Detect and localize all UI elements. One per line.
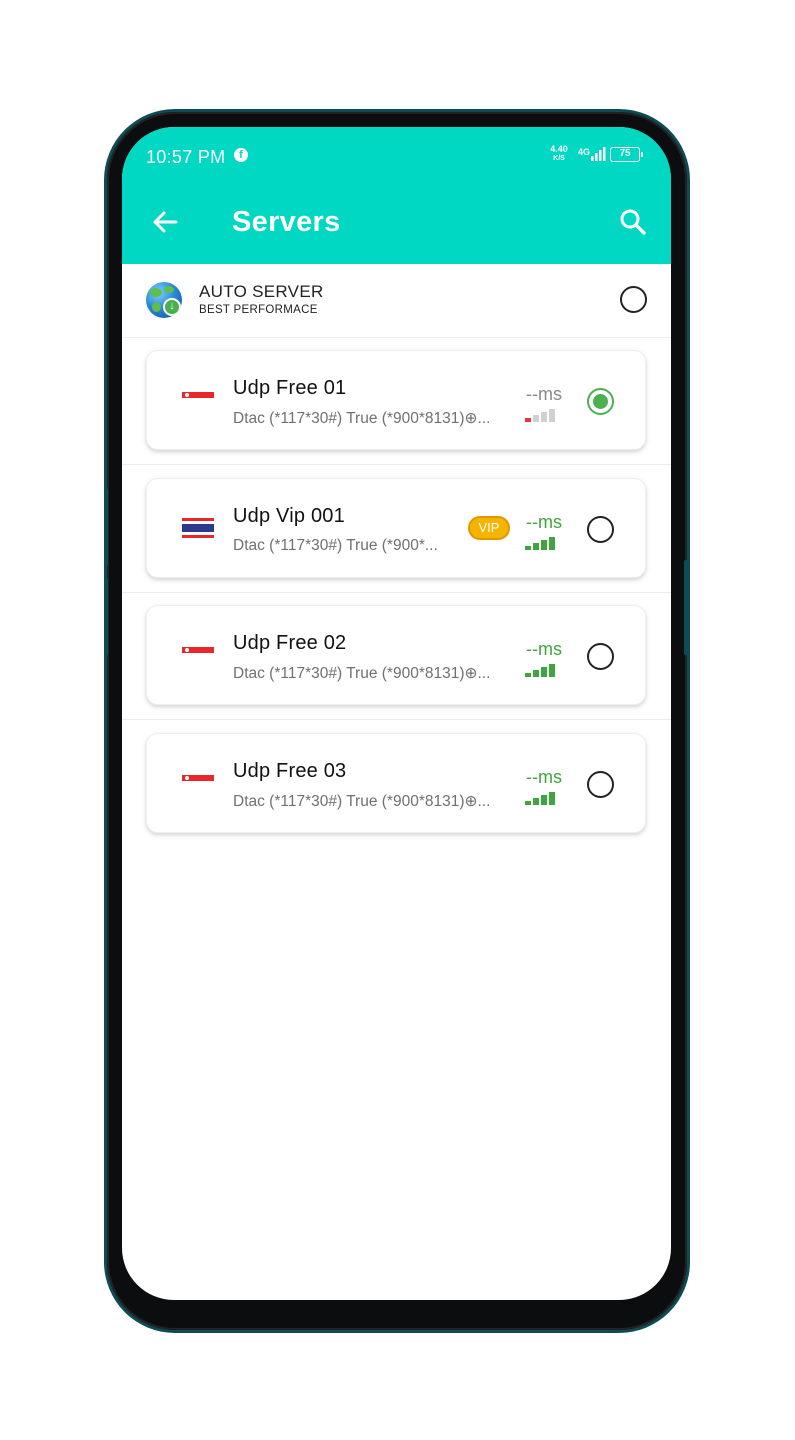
vip-badge: VIP bbox=[468, 516, 510, 540]
app-screen: 10:57 PM f 4.40 K/S 4G 75 Servers ↓ AUTO… bbox=[122, 127, 671, 1300]
search-icon[interactable] bbox=[618, 207, 648, 237]
cellular-signal-icon bbox=[591, 147, 606, 161]
signal-strength-icon bbox=[525, 791, 555, 805]
server-name: Udp Free 02 bbox=[233, 632, 347, 654]
server-card[interactable]: Udp Vip 001 Dtac (*117*30#) True (*900*.… bbox=[146, 478, 646, 578]
server-card[interactable]: Udp Free 03 Dtac (*117*30#) True (*900*8… bbox=[146, 733, 646, 833]
server-name: Udp Free 01 bbox=[233, 377, 347, 399]
network-type: 4G bbox=[578, 147, 591, 157]
auto-server-title: AUTO SERVER bbox=[199, 282, 324, 301]
auto-server-subtitle: BEST PERFORMACE bbox=[199, 304, 318, 316]
server-card[interactable]: Udp Free 01 Dtac (*117*30#) True (*900*8… bbox=[146, 350, 646, 450]
server-card[interactable]: Udp Free 02 Dtac (*117*30#) True (*900*8… bbox=[146, 605, 646, 705]
server-description: Dtac (*117*30#) True (*900*... bbox=[233, 537, 438, 554]
status-time: 10:57 PM bbox=[146, 147, 226, 167]
server-ping: --ms bbox=[526, 639, 562, 659]
app-bar: 10:57 PM f 4.40 K/S 4G 75 Servers bbox=[122, 127, 671, 264]
auto-server-row[interactable]: ↓ AUTO SERVER BEST PERFORMACE bbox=[122, 264, 671, 338]
battery-icon: 75 bbox=[610, 147, 643, 162]
divider bbox=[122, 464, 671, 465]
server-description: Dtac (*117*30#) True (*900*8131)⊕... bbox=[233, 793, 491, 810]
volume-button bbox=[104, 488, 108, 566]
signal-strength-icon bbox=[525, 408, 555, 422]
server-description: Dtac (*117*30#) True (*900*8131)⊕... bbox=[233, 410, 491, 427]
divider bbox=[122, 592, 671, 593]
network-speed: 4.40 K/S bbox=[550, 144, 568, 162]
signal-strength-icon bbox=[525, 663, 555, 677]
server-ping: --ms bbox=[526, 512, 562, 532]
arrow-left-icon[interactable] bbox=[150, 207, 180, 237]
singapore-flag-icon bbox=[182, 647, 214, 659]
globe-icon: ↓ bbox=[146, 282, 182, 318]
server-name: Udp Free 03 bbox=[233, 760, 347, 782]
thailand-flag-icon bbox=[182, 518, 214, 538]
server-radio[interactable] bbox=[587, 388, 614, 415]
singapore-flag-icon bbox=[182, 392, 214, 404]
download-icon: ↓ bbox=[163, 298, 181, 316]
divider bbox=[122, 719, 671, 720]
server-description: Dtac (*117*30#) True (*900*8131)⊕... bbox=[233, 665, 491, 682]
server-name: Udp Vip 001 bbox=[233, 505, 345, 527]
volume-button bbox=[104, 578, 108, 656]
facebook-notification-icon: f bbox=[234, 148, 248, 162]
power-button bbox=[684, 560, 688, 655]
signal-strength-icon bbox=[525, 536, 555, 550]
page-title: Servers bbox=[232, 206, 341, 238]
auto-server-radio[interactable] bbox=[620, 286, 647, 313]
server-ping: --ms bbox=[526, 384, 562, 404]
server-radio[interactable] bbox=[587, 771, 614, 798]
singapore-flag-icon bbox=[182, 775, 214, 787]
server-ping: --ms bbox=[526, 767, 562, 787]
server-radio[interactable] bbox=[587, 516, 614, 543]
server-radio[interactable] bbox=[587, 643, 614, 670]
